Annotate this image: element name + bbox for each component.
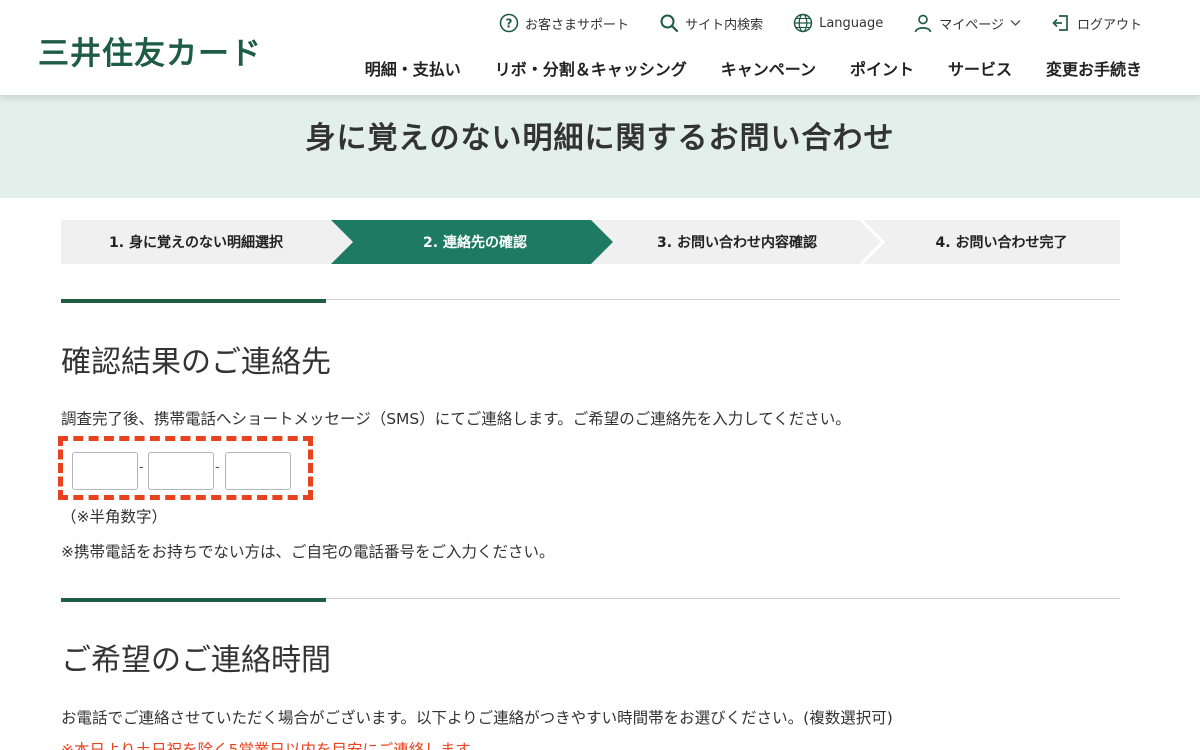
time-section-title: ご希望のご連絡時間 <box>61 643 331 678</box>
page-hero: 身に覚えのない明細に関するお問い合わせ <box>0 95 1200 198</box>
logout-label: ログアウト <box>1076 17 1142 33</box>
support-label: お客さまサポート <box>525 17 630 33</box>
utility-nav: ? お客さまサポート サイト内検索 Language マイページ ログアウト <box>499 13 1142 33</box>
chevron-down-icon <box>1010 19 1021 27</box>
phone-separator: - <box>139 460 144 475</box>
section-accent-bar <box>61 299 326 303</box>
globe-icon <box>793 13 813 33</box>
nav-campaign[interactable]: キャンペーン <box>721 56 816 80</box>
search-icon <box>659 13 679 33</box>
site-search-link[interactable]: サイト内検索 <box>659 13 763 33</box>
language-link[interactable]: Language <box>793 13 883 33</box>
mypage-label: マイページ <box>939 17 1004 33</box>
language-label: Language <box>819 15 884 31</box>
phone-note: ※携帯電話をお持ちでない方は、ご自宅の電話番号をご入力ください。 <box>61 543 555 561</box>
time-description: お電話でご連絡させていただく場合がございます。以下よりご連絡がつきやすい時間帯を… <box>61 709 893 727</box>
phone-part-1-input[interactable] <box>72 452 138 490</box>
support-link[interactable]: ? お客さまサポート <box>499 13 629 33</box>
nav-points[interactable]: ポイント <box>850 56 914 80</box>
logout-icon <box>1051 13 1071 33</box>
phone-part-2-input[interactable] <box>148 452 214 490</box>
site-search-label: サイト内検索 <box>685 17 764 33</box>
help-circle-icon: ? <box>499 13 519 33</box>
svg-text:?: ? <box>506 17 513 31</box>
nav-services[interactable]: サービス <box>948 56 1012 80</box>
step-4: 4. お問い合わせ完了 <box>935 235 1068 251</box>
page-title: 身に覚えのない明細に関するお問い合わせ <box>305 121 895 156</box>
contact-description: 調査完了後、携帯電話へショートメッセージ（SMS）にてご連絡します。ご希望のご連… <box>61 410 851 428</box>
progress-steps: 1. 身に覚えのない明細選択 2. 連絡先の確認 3. お問い合わせ内容確認 4… <box>61 220 1120 264</box>
phone-separator: - <box>215 460 220 475</box>
site-header: 三井住友カード ? お客さまサポート サイト内検索 Language マイページ <box>0 0 1200 95</box>
step-2-active: 2. 連絡先の確認 <box>423 235 527 251</box>
time-note: ※本日より土日祝を除く5営業日以内を目安にご連絡します。 <box>61 741 485 750</box>
phone-hint: （※半角数字） <box>61 508 167 526</box>
phone-part-3-input[interactable] <box>225 452 291 490</box>
section-accent-bar <box>61 598 326 602</box>
main-nav: 明細・支払い リボ・分割＆キャッシング キャンペーン ポイント サービス 変更お… <box>365 56 1142 80</box>
mypage-menu[interactable]: マイページ <box>913 13 1021 33</box>
logout-link[interactable]: ログアウト <box>1051 13 1142 33</box>
brand-logo[interactable]: 三井住友カード <box>38 28 262 73</box>
step-1: 1. 身に覚えのない明細選択 <box>109 235 283 251</box>
nav-procedures[interactable]: 変更お手続き <box>1046 56 1142 80</box>
step-3: 3. お問い合わせ内容確認 <box>657 235 817 251</box>
nav-revolving-cashing[interactable]: リボ・分割＆キャッシング <box>495 56 687 80</box>
person-icon <box>913 13 933 33</box>
contact-section-title: 確認結果のご連絡先 <box>61 345 331 380</box>
nav-statement-payment[interactable]: 明細・支払い <box>365 56 461 80</box>
